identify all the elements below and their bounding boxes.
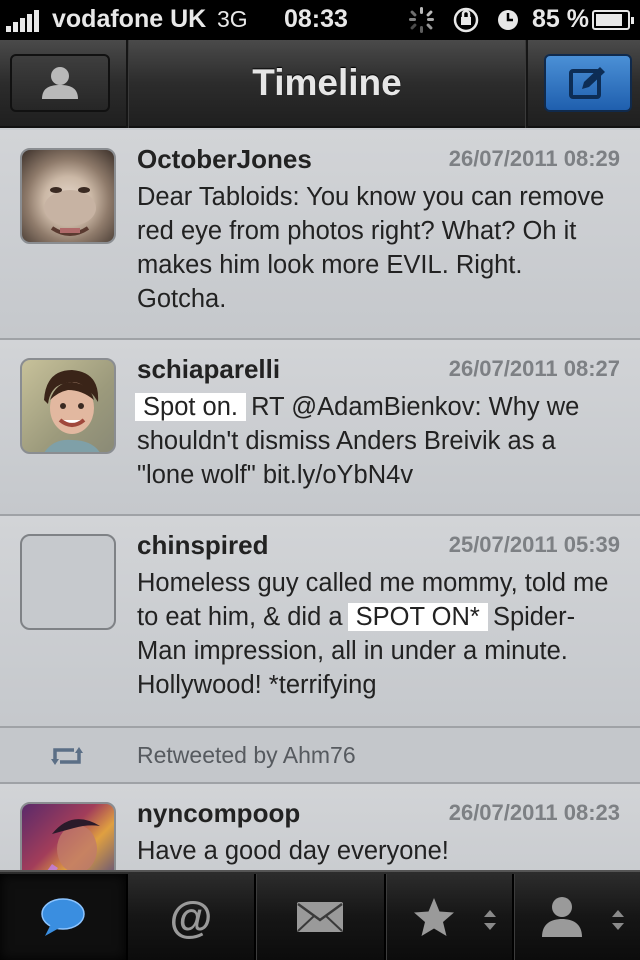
tweet-username[interactable]: chinspired: [137, 530, 268, 561]
retweeted-by-label: Retweeted by Ahm76: [137, 742, 356, 768]
envelope-icon: [297, 902, 343, 932]
retweet-icon: [51, 747, 83, 765]
chevron-up-down-icon: [484, 910, 496, 930]
clock: 08:33: [284, 5, 348, 33]
status-icons: [409, 7, 518, 33]
tweet-text: Have a good day everyone!: [137, 837, 449, 865]
accounts-button[interactable]: [10, 54, 110, 112]
tab-profile[interactable]: [514, 874, 640, 960]
page-title: Timeline: [252, 62, 402, 103]
avatar[interactable]: [20, 358, 116, 454]
tweet-username[interactable]: nyncompoop: [137, 798, 300, 829]
timeline-list[interactable]: OctoberJones 26/07/2011 08:29 Dear Tablo…: [0, 130, 640, 870]
battery-icon: [592, 10, 634, 30]
tab-favorites[interactable]: [386, 874, 514, 960]
tweet-cell[interactable]: OctoberJones 26/07/2011 08:29 Dear Tablo…: [0, 130, 640, 340]
user-avatar-image: [47, 819, 100, 870]
woman-avatar-image: [44, 370, 100, 452]
alarm-clock-icon: [498, 10, 518, 30]
compose-button[interactable]: [544, 54, 632, 112]
search-highlight: Spot on.: [135, 393, 246, 421]
tweet-date: 26/07/2011 08:29: [448, 146, 620, 171]
tweet-cell[interactable]: nyncompoop 26/07/2011 08:23 Have a good …: [0, 784, 640, 870]
at-sign-icon: @: [170, 894, 213, 940]
tweet-username[interactable]: OctoberJones: [137, 144, 312, 175]
speech-bubble-icon: [41, 898, 85, 936]
svg-text:@: @: [170, 894, 213, 940]
tweet-date: 26/07/2011 08:27: [448, 356, 620, 381]
tweet-text: Spot on. RT @AdamBienkov: Why we shouldn…: [135, 390, 617, 492]
status-bar: vodafone UK 3G 08:33 85 %: [0, 0, 640, 40]
avatar[interactable]: [20, 148, 116, 244]
network-type: 3G: [217, 6, 248, 32]
tweet-cell[interactable]: schiaparelli 26/07/2011 08:27 Spot on. R…: [0, 340, 640, 516]
tab-messages[interactable]: [256, 874, 386, 960]
battery-percentage: 85 %: [532, 5, 589, 33]
bulldog-avatar-image: [44, 187, 96, 236]
orientation-lock-icon: [453, 7, 479, 33]
tweet-date: 26/07/2011 08:23: [448, 800, 620, 825]
tab-bar: @: [0, 870, 640, 960]
user-icon: [42, 67, 78, 99]
tweet-date: 25/07/2011 05:39: [448, 532, 620, 557]
profile-icon: [542, 897, 582, 937]
navigation-bar: Timeline: [0, 40, 640, 128]
signal-strength-icon: [6, 10, 46, 32]
avatar-placeholder[interactable]: [20, 534, 116, 630]
activity-spinner-icon: [409, 7, 434, 33]
star-icon: [414, 898, 454, 936]
tweet-text: Homeless guy called me mommy, told me to…: [137, 566, 617, 702]
chevron-up-down-icon: [612, 910, 624, 930]
retweet-info-row: Retweeted by Ahm76: [0, 728, 640, 784]
avatar[interactable]: [20, 802, 116, 870]
tab-timeline[interactable]: [0, 874, 128, 960]
carrier-name: vodafone UK: [52, 5, 207, 33]
compose-icon: [569, 67, 605, 99]
tweet-cell[interactable]: chinspired 25/07/2011 05:39 Homeless guy…: [0, 516, 640, 728]
search-highlight: SPOT ON*: [347, 603, 488, 631]
tab-mentions[interactable]: @: [128, 874, 256, 960]
tweet-text: Dear Tabloids: You know you can remove r…: [137, 183, 605, 313]
tweet-username[interactable]: schiaparelli: [137, 354, 280, 385]
